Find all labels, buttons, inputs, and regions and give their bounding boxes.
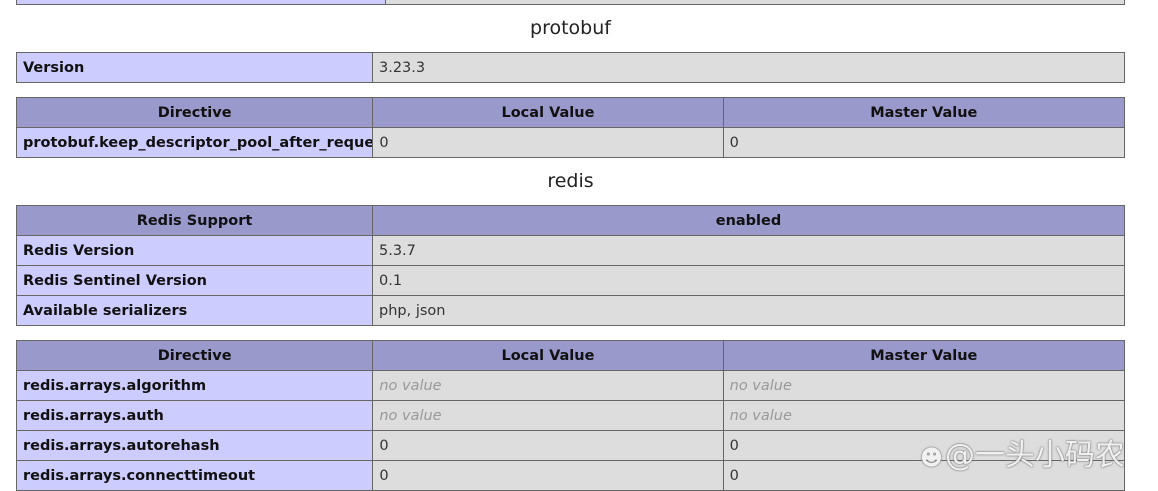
info-label: Redis Version <box>16 235 373 266</box>
local-value-header: Local Value <box>372 340 724 371</box>
local-value: 0 <box>372 430 724 461</box>
previous-row-label <box>16 0 386 5</box>
local-value: 0 <box>372 127 724 158</box>
local-value: no value <box>372 370 724 401</box>
info-label: Available serializers <box>16 295 373 326</box>
redis-support-value: enabled <box>372 205 1125 236</box>
table-row: Version 3.23.3 <box>16 52 1125 83</box>
directive-header: Directive <box>15 340 374 371</box>
section-title-redis: redis <box>547 170 594 192</box>
table-row: redis.arrays.auth no value no value <box>15 400 1126 431</box>
directive-name: redis.arrays.connecttimeout <box>15 460 374 491</box>
redis-support-header: Redis Support <box>16 205 373 236</box>
table-header-row: Redis Support enabled <box>16 205 1125 236</box>
table-header-row: Directive Local Value Master Value <box>15 340 1126 371</box>
directive-name: protobuf.keep_descriptor_pool_after_requ… <box>15 127 374 158</box>
directive-header: Directive <box>15 97 374 128</box>
table-row: Redis Version 5.3.7 <box>16 235 1125 266</box>
section-title-protobuf: protobuf <box>530 17 611 39</box>
protobuf-info-table: Version 3.23.3 <box>16 52 1125 83</box>
master-value: no value <box>722 400 1126 431</box>
master-value: no value <box>722 370 1126 401</box>
local-value: no value <box>372 400 724 431</box>
table-header-row: Directive Local Value Master Value <box>15 97 1126 128</box>
table-row: protobuf.keep_descriptor_pool_after_requ… <box>15 127 1126 158</box>
info-value: 5.3.7 <box>372 235 1125 266</box>
previous-row-value <box>385 0 1125 5</box>
table-row: Available serializers php, json <box>16 295 1125 326</box>
master-value-header: Master Value <box>722 97 1126 128</box>
redis-info-table: Redis Support enabled Redis Version 5.3.… <box>16 205 1125 326</box>
version-value: 3.23.3 <box>372 52 1125 83</box>
local-value-header: Local Value <box>372 97 724 128</box>
table-row: redis.arrays.algorithm no value no value <box>15 370 1126 401</box>
directive-name: redis.arrays.auth <box>15 400 374 431</box>
version-label: Version <box>16 52 373 83</box>
master-value: 0 <box>722 127 1126 158</box>
info-value: php, json <box>372 295 1125 326</box>
weibo-icon: ☻ <box>920 446 943 471</box>
directive-name: redis.arrays.algorithm <box>15 370 374 401</box>
watermark-text: @一头小码农 <box>944 438 1125 473</box>
master-value-header: Master Value <box>722 340 1126 371</box>
table-row: Redis Sentinel Version 0.1 <box>16 265 1125 296</box>
info-label: Redis Sentinel Version <box>16 265 373 296</box>
watermark: ☻@一头小码农 <box>920 430 1125 474</box>
local-value: 0 <box>372 460 724 491</box>
directive-name: redis.arrays.autorehash <box>15 430 374 461</box>
protobuf-directive-table: Directive Local Value Master Value proto… <box>15 97 1126 158</box>
info-value: 0.1 <box>372 265 1125 296</box>
phpinfo-content: protobuf Version 3.23.3 Directive Local … <box>15 0 1126 491</box>
